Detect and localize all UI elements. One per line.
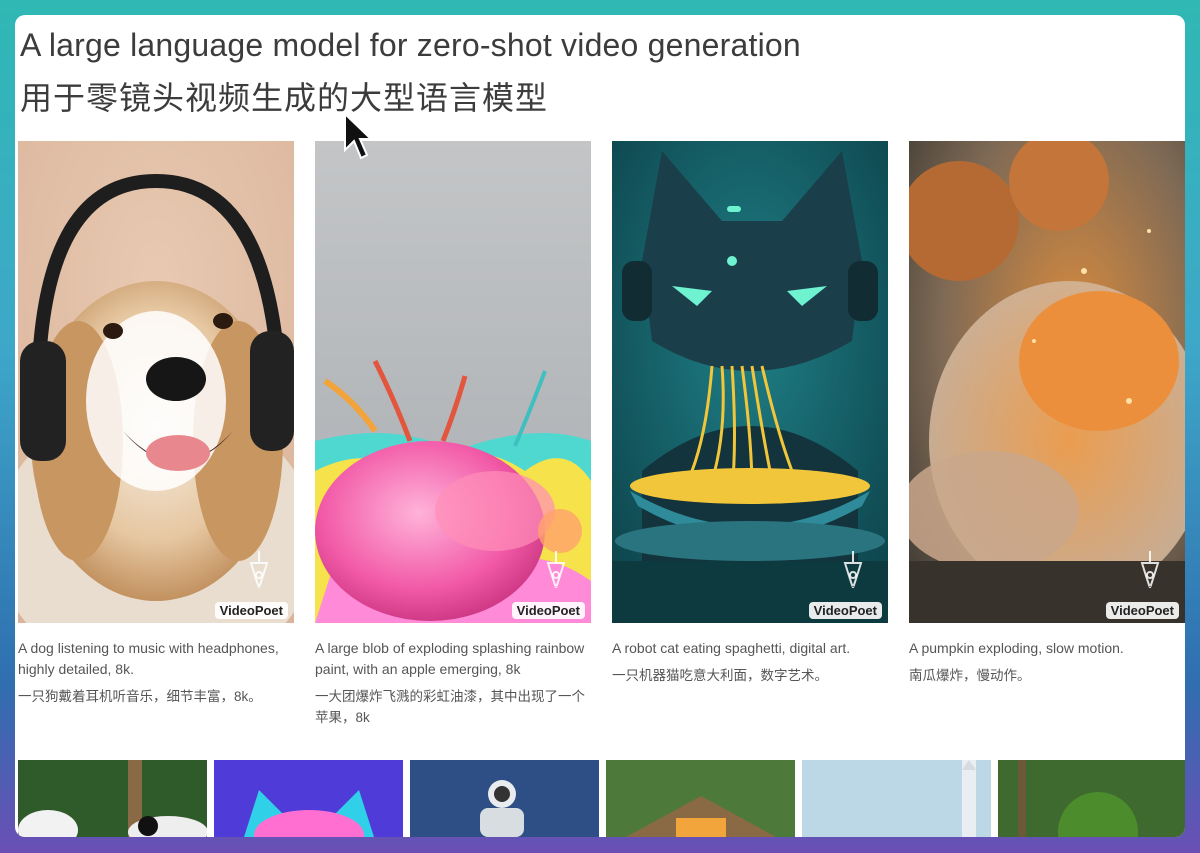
- mouse-pointer-icon: [344, 112, 373, 160]
- caption-en: A robot cat eating spaghetti, digital ar…: [612, 640, 851, 656]
- pen-nib-icon: [249, 551, 269, 589]
- browser-page: A large language model for zero-shot vid…: [15, 15, 1185, 837]
- rocket-thumbnail[interactable]: [802, 760, 991, 837]
- page-title: A large language model for zero-shot vid…: [20, 27, 801, 63]
- video-card-robot-cat[interactable]: VideoPoet A robot cat eating spaghetti, …: [612, 141, 888, 686]
- pen-nib-icon: [546, 551, 566, 589]
- caption-zh: 一只机器猫吃意大利面，数字艺术。: [612, 668, 828, 683]
- caption-en: A dog listening to music with headphones…: [18, 640, 279, 677]
- dog-headphones-image[interactable]: VideoPoet: [18, 141, 294, 623]
- thumbnail-strip: [18, 760, 1185, 837]
- exploding-paint-apple-image[interactable]: VideoPoet: [315, 141, 591, 623]
- watermark-badge: VideoPoet: [511, 602, 585, 619]
- video-card-dog[interactable]: VideoPoet A dog listening to music with …: [18, 141, 294, 707]
- pen-nib-icon: [1140, 551, 1160, 589]
- pen-nib-icon: [843, 551, 863, 589]
- astronaut-thumbnail[interactable]: [410, 760, 599, 837]
- cabin-thumbnail[interactable]: [606, 760, 795, 837]
- caption-en: A pumpkin exploding, slow motion.: [909, 640, 1124, 656]
- caption-zh: 一大团爆炸飞溅的彩虹油漆，其中出现了一个苹果，8k: [315, 689, 585, 725]
- watermark-badge: VideoPoet: [808, 602, 882, 619]
- pumpkin-exploding-image[interactable]: VideoPoet: [909, 141, 1185, 623]
- caption-zh: 一只狗戴着耳机听音乐，细节丰富，8k。: [18, 689, 262, 704]
- neon-cat-thumbnail[interactable]: [214, 760, 403, 837]
- panda-thumbnail[interactable]: [18, 760, 207, 837]
- forest-thumbnail[interactable]: [998, 760, 1185, 837]
- watermark-badge: VideoPoet: [1105, 602, 1179, 619]
- caption-zh: 南瓜爆炸，慢动作。: [909, 668, 1031, 683]
- watermark-badge: VideoPoet: [214, 602, 288, 619]
- robot-cat-spaghetti-image[interactable]: VideoPoet: [612, 141, 888, 623]
- page-title-translation: 用于零镜头视频生成的大型语言模型: [20, 80, 549, 116]
- video-card-paint-apple[interactable]: VideoPoet A large blob of exploding spla…: [315, 141, 591, 728]
- caption-en: A large blob of exploding splashing rain…: [315, 640, 585, 677]
- video-card-pumpkin[interactable]: VideoPoet A pumpkin exploding, slow moti…: [909, 141, 1185, 686]
